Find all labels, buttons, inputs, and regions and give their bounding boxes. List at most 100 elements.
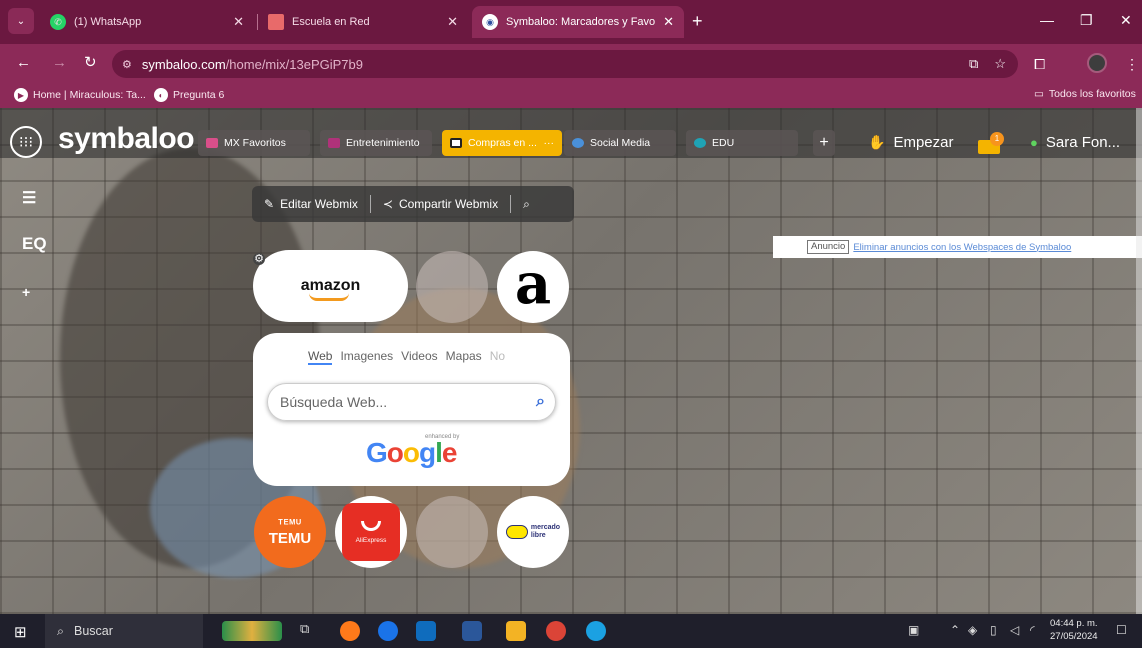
ad-banner: Anuncio Eliminar anuncios con los Webspa…: [773, 236, 1142, 258]
all-bookmarks[interactable]: ▭ Todos los favoritos: [1034, 88, 1136, 100]
search-tab-noticias[interactable]: No: [490, 349, 505, 365]
search-icon[interactable]: ⌕: [536, 393, 545, 411]
palm-tree-widget-icon[interactable]: [222, 621, 282, 641]
firefox-icon[interactable]: [340, 621, 360, 641]
user-menu[interactable]: ● Sara Fon...: [1030, 134, 1120, 151]
close-tab-icon[interactable]: ✕: [663, 14, 674, 30]
amazon-a-tile[interactable]: a: [497, 251, 569, 323]
webmix-toolbar: ✎ Editar Webmix ≺ Compartir Webmix ⌕: [252, 186, 574, 222]
webmix-color-swatch: [206, 138, 218, 148]
browser-tab-strip: ⌄ ✆ (1) WhatsApp ✕ Escuela en Red ✕ ◉ Sy…: [0, 0, 1142, 44]
windows-start-icon[interactable]: ⊞: [14, 623, 27, 641]
list-view-icon[interactable]: ☰: [22, 188, 36, 208]
ad-label: Anuncio: [807, 240, 850, 254]
temu-logo-top: ᵀᴱᴹᵁ: [278, 517, 302, 530]
site-info-icon[interactable]: ⚙: [122, 58, 132, 71]
search-tab-web[interactable]: Web: [308, 349, 333, 365]
search-webmix-button[interactable]: ⌕: [511, 197, 542, 212]
extensions-icon[interactable]: ⧠: [1034, 56, 1045, 73]
tab-symbaloo[interactable]: ◉ Symbaloo: Marcadores y Favoritos ✕: [472, 6, 684, 38]
tab-whatsapp[interactable]: ✆ (1) WhatsApp ✕: [40, 8, 254, 36]
edit-webmix-button[interactable]: ✎ Editar Webmix: [252, 197, 370, 211]
apps-menu-icon[interactable]: ⁝⁝⁝: [10, 126, 42, 158]
restore-button[interactable]: ❐: [1080, 12, 1093, 29]
google-search-widget: Web Imagenes Videos Mapas No Búsqueda We…: [253, 333, 570, 486]
gear-icon[interactable]: ⚙: [253, 253, 265, 265]
search-placeholder: Búsqueda Web...: [280, 394, 388, 410]
symbaloo-page: ⁝⁝⁝ symbaloo MX Favoritos Entretenimient…: [0, 108, 1142, 614]
tab-search-button[interactable]: ⌄: [8, 8, 34, 34]
share-icon: ≺: [382, 197, 393, 211]
pencil-icon: ✎: [264, 197, 275, 211]
webmix-more-icon[interactable]: ···: [544, 137, 555, 149]
network-icon[interactable]: ◈: [968, 623, 977, 637]
globe-icon: [694, 138, 706, 148]
webmix-tab-edu[interactable]: EDU: [686, 130, 798, 156]
chevron-up-icon[interactable]: ⌃: [950, 623, 960, 637]
handshake-icon: [505, 525, 528, 539]
play-icon: ▶: [14, 88, 28, 102]
word-icon[interactable]: [462, 621, 482, 641]
add-icon[interactable]: +: [22, 284, 30, 300]
browser-app-icon[interactable]: [378, 621, 398, 641]
new-tab-button[interactable]: +: [692, 12, 703, 30]
store-icon[interactable]: [416, 621, 436, 641]
page-scrollbar[interactable]: [1136, 108, 1142, 614]
notification-center-icon[interactable]: ☐: [1116, 623, 1127, 637]
webmix-tab-compras[interactable]: Compras en ... ···: [442, 130, 562, 156]
temu-tile[interactable]: ᵀᴱᴹᵁ TEMU: [254, 496, 326, 568]
file-explorer-icon[interactable]: [506, 621, 526, 641]
remove-ads-link[interactable]: Eliminar anuncios con los Webspaces de S…: [853, 242, 1071, 253]
mercadolibre-tile[interactable]: mercado libre: [497, 496, 569, 568]
notifications-button[interactable]: 1: [978, 132, 1006, 156]
url-field[interactable]: ⚙ symbaloo.com/home/mix/13ePGiP7b9 ⧉ ☆: [112, 50, 1018, 78]
bookmark-icon: [268, 14, 284, 30]
tab-escuela-en-red[interactable]: Escuela en Red ✕: [258, 8, 468, 36]
eq-search-icon[interactable]: EQ: [22, 234, 47, 254]
clock[interactable]: 04:44 p. m. 27/05/2024: [1050, 617, 1098, 643]
google-logo: Google: [366, 437, 457, 468]
star-icon[interactable]: ☆: [994, 56, 1006, 72]
share-webmix-button[interactable]: ≺ Compartir Webmix: [371, 197, 510, 211]
bookmark-pregunta-6[interactable]: ◐ Pregunta 6: [154, 88, 224, 102]
web-search-input[interactable]: Búsqueda Web... ⌕: [267, 383, 556, 421]
menu-icon[interactable]: ⋮: [1125, 56, 1139, 73]
search-tab-imagenes[interactable]: Imagenes: [340, 349, 393, 365]
temu-logo: TEMU: [268, 529, 312, 547]
cast-icon[interactable]: ⧉: [969, 56, 978, 72]
webmix-tab-mx-favoritos[interactable]: MX Favoritos: [198, 130, 310, 156]
thumbs-up-icon: ✋: [868, 134, 886, 150]
address-bar: ← → ↻ ⚙ symbaloo.com/home/mix/13ePGiP7b9…: [0, 44, 1142, 84]
taskbar-search[interactable]: ⌕ Buscar: [45, 614, 203, 648]
empezar-button[interactable]: ✋ Empezar: [868, 134, 953, 151]
bookmark-miraculous[interactable]: ▶ Home | Miraculous: Ta...: [14, 88, 146, 102]
minimize-button[interactable]: —: [1040, 12, 1054, 28]
webmix-tab-entretenimiento[interactable]: Entretenimiento: [320, 130, 432, 156]
add-webmix-button[interactable]: +: [813, 130, 835, 156]
widgets-icon[interactable]: ▣: [908, 623, 919, 637]
symbaloo-logo[interactable]: symbaloo: [58, 122, 195, 156]
profile-avatar[interactable]: [1087, 53, 1107, 73]
speaker-icon[interactable]: ◁: [1010, 623, 1019, 637]
close-window-button[interactable]: ✕: [1120, 12, 1132, 29]
back-button[interactable]: ←: [16, 55, 31, 71]
chrome-icon[interactable]: [546, 621, 566, 641]
close-tab-icon[interactable]: ✕: [233, 14, 244, 30]
battery-icon[interactable]: ▯: [990, 623, 997, 637]
task-view-icon[interactable]: ⧉: [300, 621, 320, 641]
folder-icon: ▭: [1034, 88, 1044, 100]
search-tab-videos[interactable]: Videos: [401, 349, 437, 365]
forward-button[interactable]: →: [52, 55, 67, 71]
wifi-icon[interactable]: ◜: [1030, 623, 1035, 637]
reload-button[interactable]: ↻: [84, 55, 97, 71]
webmix-tab-social-media[interactable]: Social Media: [564, 130, 676, 156]
user-icon: ●: [1030, 135, 1038, 150]
close-tab-icon[interactable]: ✕: [447, 14, 458, 30]
edge-icon[interactable]: [586, 621, 606, 641]
aliexpress-tile[interactable]: AliExpress: [335, 496, 407, 568]
amazon-tile[interactable]: amazon: [253, 250, 408, 322]
empty-tile[interactable]: [416, 251, 488, 323]
search-tab-mapas[interactable]: Mapas: [446, 349, 482, 365]
rss-icon: [572, 138, 584, 148]
empty-tile[interactable]: [416, 496, 488, 568]
